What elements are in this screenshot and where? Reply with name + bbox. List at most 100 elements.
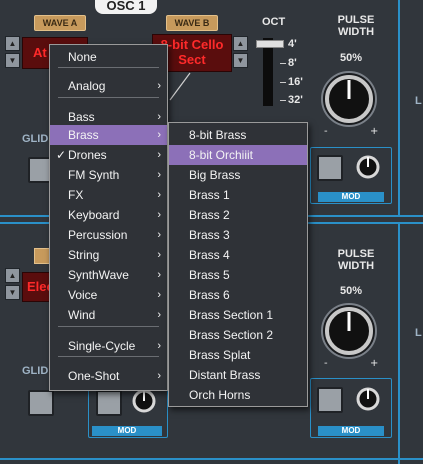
menu-item-keyboard[interactable]: Keyboard › bbox=[50, 205, 167, 225]
chevron-right-icon: › bbox=[157, 111, 161, 123]
submenu-item-8-bit-brass[interactable]: 8-bit Brass bbox=[169, 125, 307, 145]
submenu-item-distant-brass[interactable]: Distant Brass bbox=[169, 365, 307, 385]
wave-b-tag: WAVE B bbox=[166, 15, 218, 31]
submenu-item-brass-6[interactable]: Brass 6 bbox=[169, 285, 307, 305]
chevron-right-icon: › bbox=[157, 269, 161, 281]
panel-divider bbox=[398, 0, 400, 215]
glide-label: GLID bbox=[22, 133, 49, 145]
mod-button-3[interactable] bbox=[96, 390, 122, 416]
wave-mix-line bbox=[169, 72, 191, 101]
submenu-item-brass-section-1[interactable]: Brass Section 1 bbox=[169, 305, 307, 325]
pulse-width-label: PULSE WIDTH bbox=[328, 14, 384, 38]
wave-a-down-button-2[interactable]: ▼ bbox=[5, 285, 20, 300]
submenu-item-label: Brass 1 bbox=[189, 188, 230, 202]
mod-button-2[interactable] bbox=[317, 387, 343, 413]
menu-item-bass[interactable]: Bass › bbox=[50, 107, 167, 127]
submenu-item-brass-2[interactable]: Brass 2 bbox=[169, 205, 307, 225]
edge-label-2: L bbox=[415, 327, 422, 339]
panel-divider bbox=[398, 224, 400, 464]
oct-slider-track[interactable] bbox=[263, 38, 273, 106]
submenu-item-brass-1[interactable]: Brass 1 bbox=[169, 185, 307, 205]
menu-item-brass[interactable]: Brass › bbox=[50, 125, 167, 145]
submenu-item-label: Brass Splat bbox=[189, 348, 251, 362]
menu-item-label: Percussion bbox=[68, 228, 128, 242]
submenu-item-orch-horns[interactable]: Orch Horns bbox=[169, 385, 307, 405]
menu-item-one-shot[interactable]: One-Shot › bbox=[50, 366, 167, 386]
pulse-width-knob-2[interactable]: - + bbox=[318, 300, 380, 370]
checkmark-icon: ✓ bbox=[56, 148, 67, 162]
edge-label: L bbox=[415, 95, 422, 107]
menu-item-label: Brass bbox=[68, 128, 99, 142]
submenu-item-brass-3[interactable]: Brass 3 bbox=[169, 225, 307, 245]
menu-item-label: Keyboard bbox=[68, 208, 120, 222]
svg-text:-: - bbox=[324, 358, 328, 369]
oct-tick bbox=[280, 63, 286, 64]
chevron-right-icon: › bbox=[157, 80, 161, 92]
menu-separator bbox=[58, 356, 159, 357]
menu-item-analog[interactable]: Analog › bbox=[50, 76, 167, 96]
menu-item-label: FX bbox=[68, 188, 84, 202]
submenu-item-brass-4[interactable]: Brass 4 bbox=[169, 245, 307, 265]
pulse-width-knob[interactable]: - + bbox=[318, 68, 380, 138]
chevron-right-icon: › bbox=[157, 189, 161, 201]
wave-category-menu: None Analog › Bass › Brass › ✓ Drones › FM Synth › F… bbox=[49, 44, 168, 391]
chevron-right-icon: › bbox=[157, 229, 161, 241]
pulse-width-label-line2: WIDTH bbox=[337, 26, 375, 38]
wave-a-tag: WAVE A bbox=[34, 15, 86, 31]
wave-b-down-button[interactable]: ▼ bbox=[233, 53, 248, 68]
submenu-item-brass-5[interactable]: Brass 5 bbox=[169, 265, 307, 285]
chevron-right-icon: › bbox=[157, 249, 161, 261]
chevron-right-icon: › bbox=[157, 289, 161, 301]
pulse-width-value-2: 50% bbox=[340, 285, 363, 297]
menu-item-synthwave[interactable]: SynthWave › bbox=[50, 265, 167, 285]
oct-tick bbox=[280, 82, 286, 83]
menu-item-label: String bbox=[68, 248, 100, 262]
wave-a-down-button[interactable]: ▼ bbox=[5, 53, 20, 68]
panel-divider bbox=[0, 458, 423, 460]
menu-item-wind[interactable]: Wind › bbox=[50, 305, 167, 325]
chevron-right-icon: › bbox=[157, 370, 161, 382]
mod-button[interactable] bbox=[317, 155, 343, 181]
oct-slider-handle[interactable] bbox=[256, 40, 284, 48]
wave-a-tag-2 bbox=[34, 248, 50, 264]
menu-item-label: SynthWave bbox=[68, 268, 129, 282]
menu-item-fm-synth[interactable]: FM Synth › bbox=[50, 165, 167, 185]
submenu-item-brass-splat[interactable]: Brass Splat bbox=[169, 345, 307, 365]
submenu-item-big-brass[interactable]: Big Brass bbox=[169, 165, 307, 185]
menu-item-label: Drones bbox=[68, 148, 107, 162]
menu-item-string[interactable]: String › bbox=[50, 245, 167, 265]
mod-tag-2: MOD bbox=[318, 426, 384, 436]
wave-a-value: At bbox=[33, 45, 47, 60]
submenu-item-label: Orch Horns bbox=[189, 388, 251, 402]
menu-item-drones[interactable]: ✓ Drones › bbox=[50, 145, 167, 165]
submenu-item-brass-section-2[interactable]: Brass Section 2 bbox=[169, 325, 307, 345]
svg-text:+: + bbox=[370, 358, 378, 369]
brass-submenu: 8-bit Brass 8-bit Orchiiit Big Brass Brass … bbox=[168, 122, 308, 407]
menu-item-voice[interactable]: Voice › bbox=[50, 285, 167, 305]
menu-item-label: Wind bbox=[68, 308, 96, 322]
submenu-item-label: Brass 2 bbox=[189, 208, 230, 222]
menu-item-percussion[interactable]: Percussion › bbox=[50, 225, 167, 245]
menu-item-single-cycle[interactable]: Single-Cycle › bbox=[50, 336, 167, 356]
menu-item-none[interactable]: None bbox=[50, 47, 167, 67]
pulse-width-label-2-line1: PULSE bbox=[337, 248, 375, 260]
mod-knob-2[interactable] bbox=[350, 384, 386, 420]
wave-b-up-button[interactable]: ▲ bbox=[233, 36, 248, 51]
menu-item-label: None bbox=[68, 50, 97, 64]
oct-label: OCT bbox=[262, 16, 286, 28]
oct-value-4: 4' bbox=[288, 38, 297, 50]
chevron-right-icon: › bbox=[157, 149, 161, 161]
glide-button-2[interactable] bbox=[28, 390, 54, 416]
mod-knob[interactable] bbox=[350, 152, 386, 188]
wave-a-up-button[interactable]: ▲ bbox=[5, 36, 20, 51]
submenu-item-label: Distant Brass bbox=[189, 368, 261, 382]
submenu-item-8-bit-orchiiit[interactable]: 8-bit Orchiiit bbox=[169, 145, 307, 165]
chevron-right-icon: › bbox=[157, 209, 161, 221]
svg-text:-: - bbox=[324, 126, 328, 137]
menu-separator bbox=[58, 97, 159, 98]
wave-a-up-button-2[interactable]: ▲ bbox=[5, 268, 20, 283]
menu-item-fx[interactable]: FX › bbox=[50, 185, 167, 205]
menu-item-label: Bass bbox=[68, 110, 95, 124]
oct-value-16: 16' bbox=[288, 76, 303, 88]
mod-tag-3: MOD bbox=[92, 426, 162, 436]
